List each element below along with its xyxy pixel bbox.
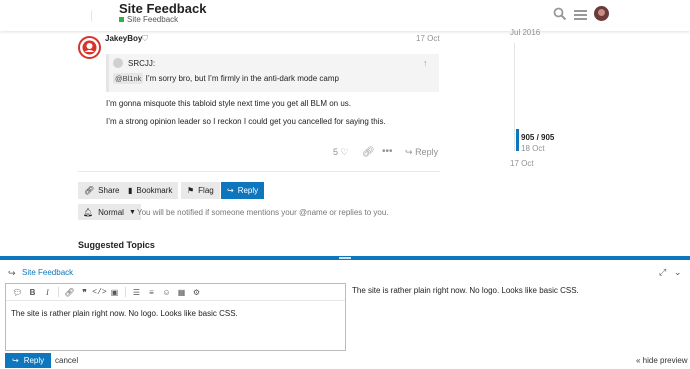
quote-username[interactable]: SRCJJ:: [128, 59, 155, 68]
preview-content: The site is rather plain right now. No l…: [352, 286, 579, 295]
numbered-list-icon[interactable]: ≡: [144, 288, 159, 297]
bullet-list-icon[interactable]: ☰: [129, 288, 144, 297]
up-arrow-icon[interactable]: ↑: [423, 58, 428, 68]
timeline-start-date[interactable]: Jul 2016: [510, 28, 540, 37]
link-icon[interactable]: 🔗︎: [62, 288, 77, 297]
composer-reply-label: Reply: [23, 356, 45, 365]
post-divider: [78, 171, 440, 172]
timeline-handle[interactable]: [516, 129, 519, 151]
topic-title[interactable]: Site Feedback: [119, 1, 206, 16]
post-date[interactable]: 17 Oct: [416, 34, 440, 43]
shield-icon: ⛉: [142, 34, 148, 43]
timeline-end-date[interactable]: 17 Oct: [510, 159, 534, 168]
hide-preview-link[interactable]: « hide preview: [636, 356, 688, 365]
blockquote-icon[interactable]: ❞: [77, 288, 92, 297]
like-button[interactable]: 5 ♡: [333, 147, 349, 158]
code-icon[interactable]: </>: [92, 288, 107, 297]
expand-icon[interactable]: ⤢: [659, 267, 666, 278]
toolbar-divider: [58, 287, 59, 297]
mention[interactable]: @Bl1nk: [113, 73, 144, 84]
post-reply-button[interactable]: ↪ Reply: [405, 147, 438, 158]
user-avatar[interactable]: [594, 6, 609, 21]
quote-text-line: @Bl1nk I’m sorry bro, but I’m firmly in …: [113, 73, 339, 84]
post-username[interactable]: JakeyBoy: [105, 34, 142, 43]
topic-reply-button[interactable]: ↪ Reply: [221, 182, 265, 199]
hamburger-icon[interactable]: [574, 8, 587, 26]
category-color-swatch: [119, 17, 124, 22]
notifications-dropdown[interactable]: 🔔︎ Normal ▼: [78, 204, 141, 220]
gear-icon[interactable]: ⚙: [189, 288, 204, 297]
bold-icon[interactable]: B: [25, 288, 40, 297]
notification-icon: 🔔︎: [83, 207, 94, 217]
like-count: 5: [333, 147, 339, 157]
post-body-paragraph: I’m a strong opinion leader so I reckon …: [106, 117, 386, 126]
topic-reply-label: Reply: [237, 186, 259, 195]
timeline-current-date: 18 Oct: [521, 144, 545, 153]
bookmark-icon: ▮: [128, 186, 133, 195]
flag-icon: ⚑: [187, 186, 195, 195]
reply-icon: ↪: [227, 186, 234, 195]
reply-icon: ↪: [405, 147, 413, 157]
italic-icon[interactable]: I: [40, 288, 55, 297]
link-icon[interactable]: 🔗︎: [362, 147, 375, 158]
flag-button[interactable]: ⚑ Flag: [181, 182, 220, 199]
post-body-paragraph: I’m gonna misquote this tabloid style ne…: [106, 99, 352, 108]
bookmark-label: Bookmark: [136, 186, 173, 195]
quote-bubble-icon[interactable]: 💬︎: [10, 288, 25, 297]
reply-icon: ↪: [12, 356, 19, 365]
header-divider: [91, 10, 92, 22]
share-label: Share: [98, 186, 120, 195]
timeline-count: 905 / 905: [521, 133, 555, 142]
more-icon[interactable]: •••: [382, 146, 393, 157]
collapse-icon[interactable]: ⌄: [674, 267, 682, 278]
chevron-down-icon: ▼: [128, 208, 136, 216]
editor-toolbar: 💬︎ B I 🔗︎ ❞ </> ▣ ☰ ≡ ☺ ▦ ⚙: [6, 284, 345, 301]
cancel-link[interactable]: cancel: [55, 356, 78, 365]
notification-level: Normal: [98, 207, 124, 217]
post-reply-label: Reply: [415, 147, 439, 157]
image-icon[interactable]: ▣: [107, 288, 122, 297]
composer-reply-button[interactable]: ↪ Reply: [5, 353, 52, 368]
quote-avatar: [113, 58, 123, 68]
toolbar-divider: [125, 287, 126, 297]
share-icon: 🔗︎: [84, 186, 95, 195]
flag-label: Flag: [198, 186, 214, 195]
bookmark-button[interactable]: ▮ Bookmark: [122, 182, 179, 199]
emoji-icon[interactable]: ☺: [159, 288, 174, 297]
composer-grip[interactable]: [339, 257, 351, 259]
suggested-topics-heading: Suggested Topics: [78, 240, 155, 250]
heart-icon: ♡: [340, 147, 349, 157]
calendar-icon[interactable]: ▦: [174, 288, 189, 297]
quote-block: [106, 54, 439, 92]
composer-title[interactable]: Site Feedback: [22, 268, 73, 277]
reply-icon: ↪: [8, 268, 16, 278]
share-button[interactable]: 🔗︎ Share: [78, 182, 126, 199]
category-label: Site Feedback: [127, 15, 179, 24]
quote-text: I’m sorry bro, but I’m firmly in the ant…: [143, 74, 339, 83]
poster-avatar[interactable]: [78, 36, 101, 59]
timeline-track[interactable]: [514, 43, 515, 151]
editor-content[interactable]: The site is rather plain right now. No l…: [11, 309, 238, 318]
search-icon[interactable]: [553, 7, 567, 26]
category-badge[interactable]: Site Feedback: [119, 15, 178, 24]
notification-description: You will be notified if someone mentions…: [137, 208, 389, 217]
